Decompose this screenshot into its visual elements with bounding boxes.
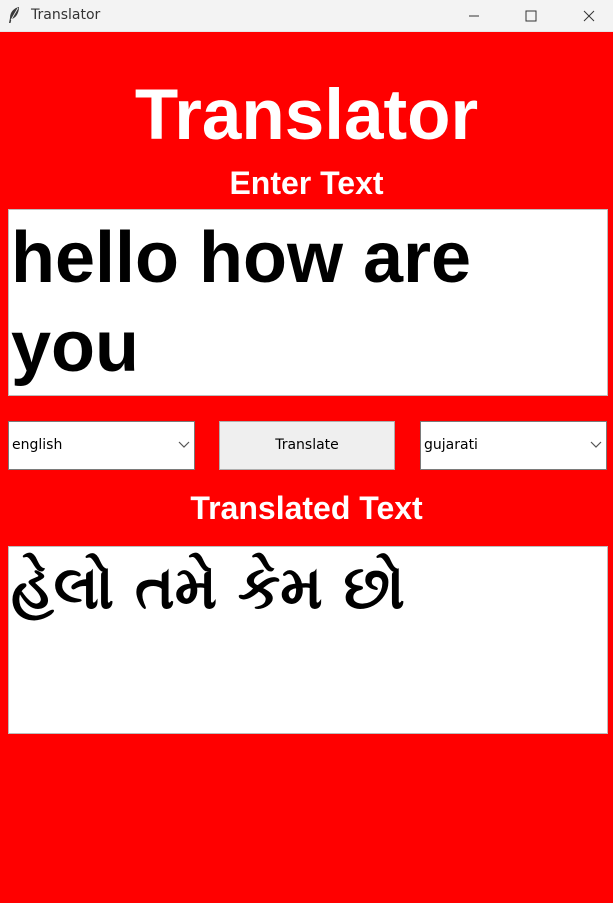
window-title: Translator [31, 7, 101, 23]
translate-button[interactable]: Translate [219, 421, 395, 470]
chevron-down-icon [178, 441, 190, 448]
minimize-button[interactable] [451, 0, 497, 31]
source-language-select[interactable]: english [8, 421, 195, 470]
translator-window: Translator Translator Enter Text hello h… [0, 0, 613, 903]
target-language-value: gujarati [424, 437, 478, 453]
maximize-button[interactable] [508, 0, 554, 31]
source-language-value: english [12, 437, 63, 453]
feather-icon [9, 7, 19, 23]
input-text-area[interactable]: hello how are you [8, 209, 608, 396]
close-button[interactable] [566, 0, 612, 31]
app-title: Translator [134, 76, 479, 155]
target-language-select[interactable]: gujarati [420, 421, 607, 470]
chevron-down-icon [590, 441, 602, 448]
minimize-icon [469, 15, 479, 16]
translated-text-label: Translated Text [190, 490, 423, 526]
output-text-area[interactable]: હેલો તમે કેમ છો [8, 546, 608, 734]
title-bar[interactable]: Translator [0, 0, 613, 32]
maximize-icon [525, 10, 537, 21]
enter-text-label: Enter Text [229, 165, 384, 201]
close-icon [583, 10, 595, 21]
